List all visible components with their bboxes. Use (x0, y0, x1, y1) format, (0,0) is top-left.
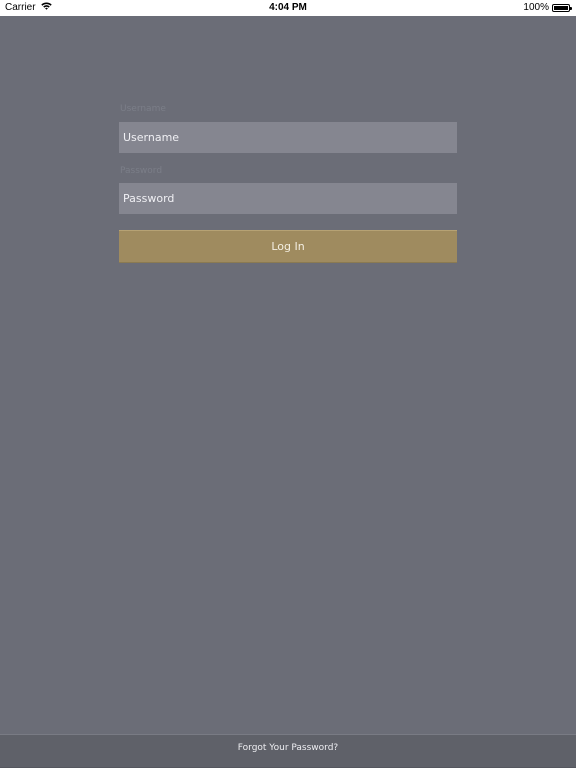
login-button[interactable]: Log In (119, 230, 457, 263)
forgot-password-link[interactable]: Forgot Your Password? (238, 743, 338, 753)
password-input[interactable] (119, 183, 457, 214)
battery-level (554, 5, 568, 10)
password-label: Password (120, 166, 163, 176)
status-right: 100% (523, 2, 572, 13)
status-time: 4:04 PM (269, 2, 307, 13)
footer-bar: Forgot Your Password? (0, 734, 576, 768)
battery-icon (552, 3, 572, 12)
status-bar: Carrier 4:04 PM 100% (0, 0, 576, 16)
battery-percentage: 100% (523, 2, 549, 13)
username-input[interactable] (119, 122, 457, 153)
username-label: Username (120, 104, 166, 114)
